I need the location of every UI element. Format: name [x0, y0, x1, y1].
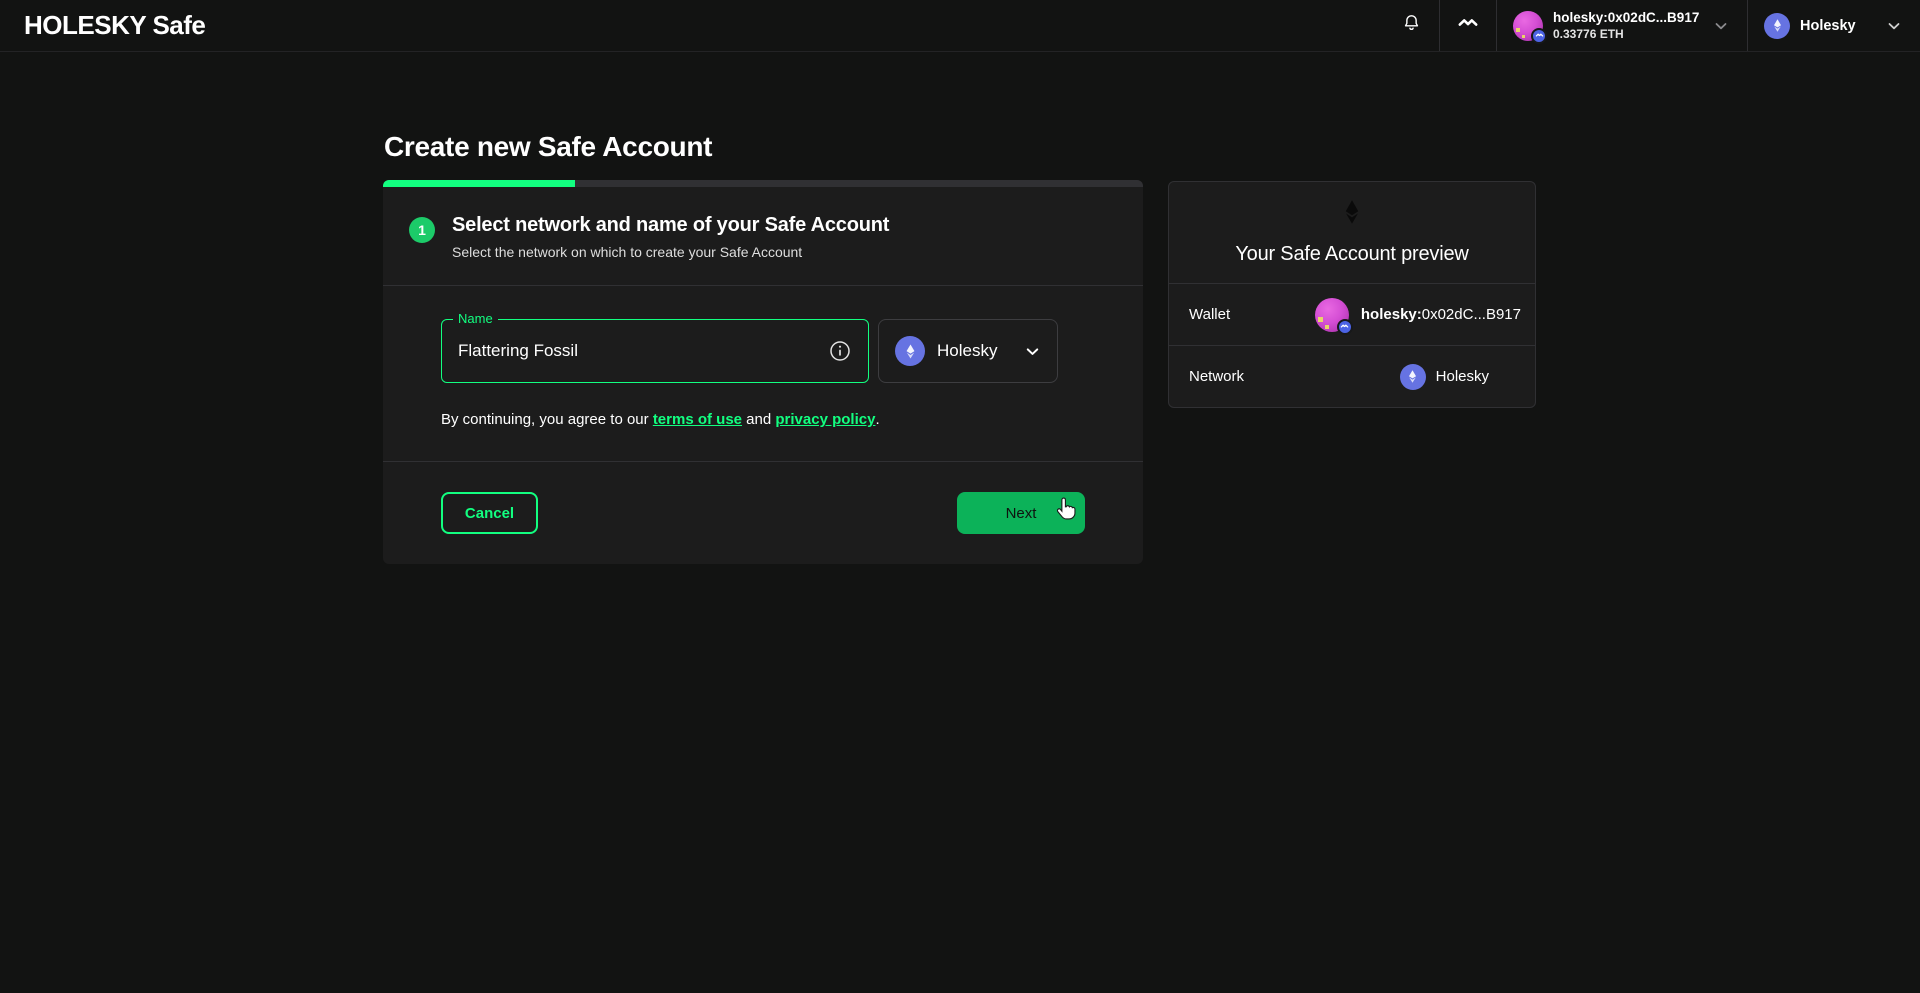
app-logo[interactable]: HOLESKY Safe: [0, 10, 205, 41]
next-button[interactable]: Next: [957, 492, 1085, 534]
name-field-label: Name: [453, 311, 498, 326]
walletconnect-button[interactable]: [1440, 0, 1496, 51]
create-safe-step-card: 1 Select network and name of your Safe A…: [383, 180, 1143, 564]
preview-wallet-address: holesky:0x02dC...B917: [1361, 306, 1521, 323]
progress-bar-fill: [383, 180, 575, 187]
progress-bar: [383, 180, 1143, 187]
wallet-row-label: Wallet: [1189, 306, 1230, 323]
step-footer: Cancel Next: [383, 462, 1143, 564]
top-bar-actions: holesky:0x02dC...B917 0.33776 ETH Holesk…: [1383, 0, 1920, 51]
ethereum-watermark-icon: [1337, 195, 1367, 234]
preview-header: Your Safe Account preview: [1169, 182, 1535, 283]
step-form: Name Holesky By continuing, you agree to…: [383, 286, 1143, 461]
network-selector[interactable]: Holesky: [1748, 0, 1920, 51]
network-row-label: Network: [1189, 368, 1244, 385]
network-select-value: Holesky: [937, 341, 997, 361]
wallet-connector-badge-icon: [1337, 319, 1353, 335]
safe-name-input[interactable]: [458, 341, 828, 361]
step-header-texts: Select network and name of your Safe Acc…: [452, 214, 889, 260]
account-info: holesky:0x02dC...B917 0.33776 ETH: [1553, 10, 1699, 41]
page-title: Create new Safe Account: [384, 131, 712, 163]
chevron-down-icon: [1024, 343, 1041, 360]
step-number-badge: 1: [409, 217, 435, 243]
network-select[interactable]: Holesky: [878, 319, 1058, 383]
connected-account-menu[interactable]: holesky:0x02dC...B917 0.33776 ETH: [1497, 0, 1747, 51]
wallet-avatar: [1513, 11, 1543, 41]
step-title: Select network and name of your Safe Acc…: [452, 214, 889, 237]
top-bar: HOLESKY Safe holesky:0x02dC...B917 0.3: [0, 0, 1920, 52]
step-header: 1 Select network and name of your Safe A…: [383, 187, 1143, 285]
safe-account-preview-panel: Your Safe Account preview Wallet holesky…: [1168, 181, 1536, 408]
preview-network-row: Network Holesky: [1169, 345, 1535, 407]
notifications-button[interactable]: [1383, 0, 1439, 51]
ethereum-network-icon: [1764, 13, 1790, 39]
walletconnect-icon: [1456, 11, 1480, 40]
info-icon[interactable]: [828, 339, 852, 363]
terms-text: By continuing, you agree to our terms of…: [441, 411, 1085, 428]
chevron-down-icon: [1713, 18, 1729, 34]
safe-name-field[interactable]: Name: [441, 319, 869, 383]
cancel-button[interactable]: Cancel: [441, 492, 538, 534]
terms-of-use-link[interactable]: terms of use: [653, 411, 742, 428]
ethereum-network-icon: [1400, 364, 1426, 390]
network-name: Holesky: [1800, 18, 1856, 34]
bell-icon: [1401, 13, 1422, 39]
account-address: holesky:0x02dC...B917: [1553, 10, 1699, 25]
preview-title: Your Safe Account preview: [1235, 243, 1468, 266]
ethereum-network-icon: [895, 336, 925, 366]
preview-wallet-row: Wallet holesky:0x02dC...B917: [1169, 283, 1535, 345]
privacy-policy-link[interactable]: privacy policy: [775, 411, 875, 428]
wallet-connector-badge-icon: [1531, 28, 1547, 44]
wallet-avatar: [1315, 298, 1349, 332]
account-balance: 0.33776 ETH: [1553, 27, 1699, 41]
step-subtitle: Select the network on which to create yo…: [452, 244, 889, 260]
preview-network-value: Holesky: [1436, 368, 1489, 385]
chevron-down-icon: [1886, 18, 1902, 34]
